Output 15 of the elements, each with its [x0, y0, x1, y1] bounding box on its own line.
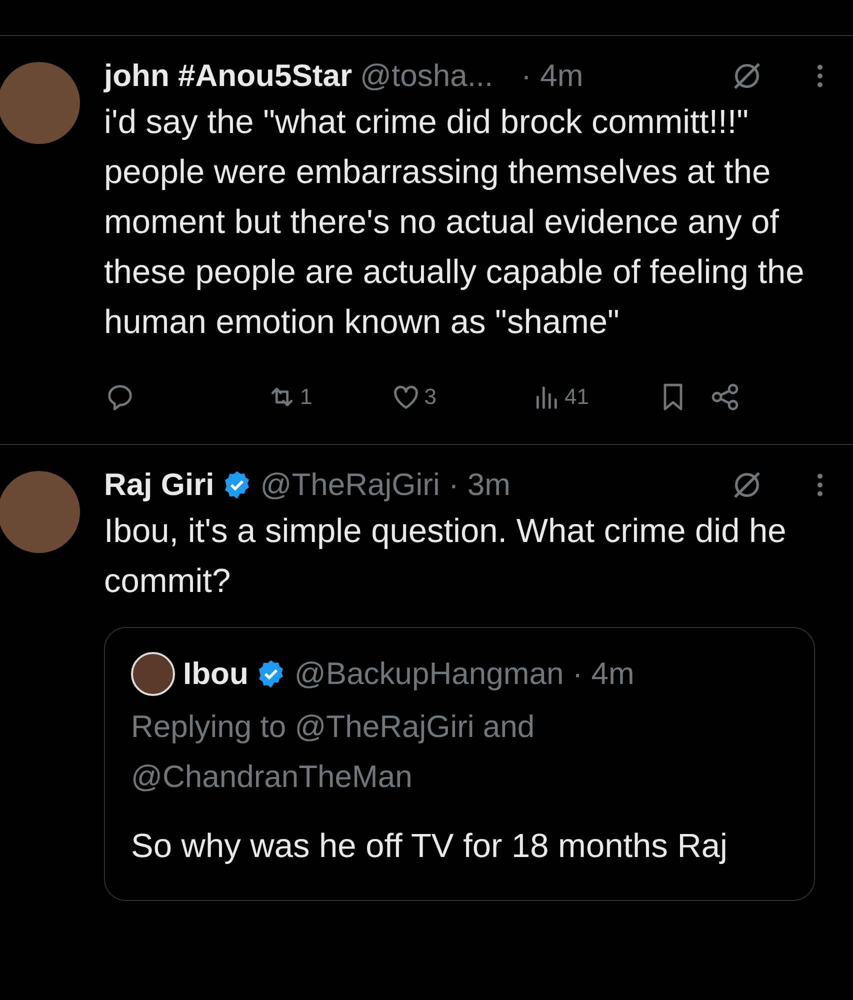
author-handle: @BackupHangman · 4m	[294, 656, 634, 692]
author-handle: @TheRajGiri · 3m	[260, 467, 510, 503]
author-name: Raj Giri	[104, 467, 214, 503]
replying-to-text: Replying to @TheRajGiri and @ChandranTheMan	[131, 708, 536, 796]
tweet-text: i'd say the "what crime did brock committ!!!" people were embarrassing themselves at the moment but there's no actual evidence any of these people are actually capable of feeling the human emotion known as "shame"	[104, 103, 806, 343]
post-time: · 4m	[521, 58, 584, 94]
author-handle: @tosha...	[360, 58, 494, 94]
tweet-text: Ibou, it's a simple question. What crime did he commit?	[104, 512, 788, 602]
author-name: Ibou	[183, 656, 248, 692]
author-name: john #Anou5Star	[104, 58, 352, 94]
like-button[interactable]: 3	[390, 381, 436, 413]
repost-button[interactable]: 1	[266, 381, 312, 413]
avatar-photo	[131, 652, 175, 696]
views-button[interactable]: 41	[530, 381, 589, 413]
quoted-text: So why was he off TV for 18 months Raj	[131, 827, 728, 867]
